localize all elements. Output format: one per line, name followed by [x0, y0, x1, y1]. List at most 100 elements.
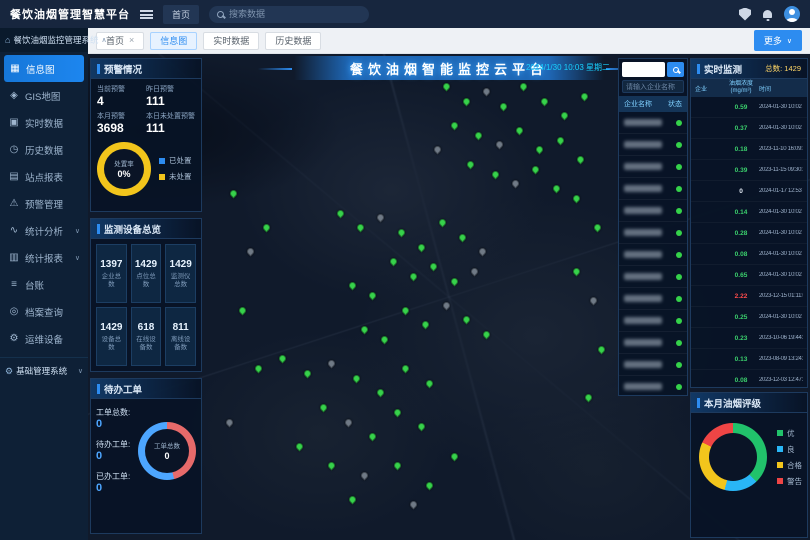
shield-icon[interactable] [739, 8, 751, 21]
map-pin[interactable] [327, 359, 337, 369]
tab-history-data[interactable]: 历史数据 [265, 32, 321, 50]
map-pin[interactable] [572, 266, 582, 276]
sidebar-item-archive-search[interactable]: ◎档案查询 [0, 298, 88, 325]
map-pin[interactable] [335, 208, 345, 218]
header-search-input[interactable] [229, 9, 361, 19]
map-pin[interactable] [478, 247, 488, 257]
map-pin[interactable] [409, 500, 419, 510]
map-pin[interactable] [551, 184, 561, 194]
map-pin[interactable] [555, 135, 565, 145]
map-pin[interactable] [368, 432, 378, 442]
company-row[interactable] [619, 222, 687, 244]
realtime-row[interactable]: 2.222023-12-15 01:11:00 [691, 286, 807, 307]
map-pin[interactable] [360, 325, 370, 335]
map-pin[interactable] [535, 145, 545, 155]
map-pin[interactable] [437, 218, 447, 228]
company-row[interactable] [619, 354, 687, 376]
map-pin[interactable] [302, 368, 312, 378]
company-row[interactable] [619, 332, 687, 354]
sidebar-item-stats-analysis[interactable]: ∿统计分析∨ [0, 217, 88, 244]
sidebar-group-header[interactable]: ⌂ 餐饮油烟监控管理系统 ∧ [0, 28, 88, 52]
map-pin[interactable] [225, 417, 235, 427]
realtime-row[interactable]: 0.372024-01-30 10:02 [691, 118, 807, 139]
map-pin[interactable] [245, 247, 255, 257]
bell-icon[interactable] [763, 10, 772, 18]
company-row[interactable] [619, 134, 687, 156]
company-row[interactable] [619, 178, 687, 200]
map-pin[interactable] [429, 262, 439, 272]
map-pin[interactable] [417, 242, 427, 252]
map-pin[interactable] [449, 121, 459, 131]
sidebar-item-history-data[interactable]: ◷历史数据 [0, 136, 88, 163]
map-pin[interactable] [511, 179, 521, 189]
company-search-button[interactable] [667, 62, 684, 77]
sidebar-item-device-ops[interactable]: ⚙运维设备 [0, 325, 88, 352]
realtime-row[interactable]: 0.282024-01-30 10:02 [691, 223, 807, 244]
company-row[interactable] [619, 200, 687, 222]
user-avatar[interactable] [784, 6, 800, 22]
map-pin[interactable] [278, 354, 288, 364]
map-pin[interactable] [466, 159, 476, 169]
company-filter-input[interactable]: 请输入企业名称 [622, 80, 684, 93]
map-pin[interactable] [588, 296, 598, 306]
map-pin[interactable] [449, 451, 459, 461]
company-row[interactable] [619, 244, 687, 266]
realtime-row[interactable]: 0.392023-11-15 09:30:21 [691, 160, 807, 181]
map-pin[interactable] [368, 291, 378, 301]
sidebar-item-info-chart[interactable]: ▦信息图 [4, 55, 84, 82]
map-pin[interactable] [584, 393, 594, 403]
map-pin[interactable] [425, 480, 435, 490]
map-pin[interactable] [490, 169, 500, 179]
sidebar-item-stats-report[interactable]: ▥统计报表∨ [0, 244, 88, 271]
map-pin[interactable] [356, 223, 366, 233]
map-pin[interactable] [294, 441, 304, 451]
map-pin[interactable] [519, 82, 529, 92]
header-search[interactable] [209, 6, 369, 23]
sidebar-item-site-report[interactable]: ▤站点报表 [0, 163, 88, 190]
map-pin[interactable] [539, 96, 549, 106]
company-row[interactable] [619, 156, 687, 178]
company-row[interactable] [619, 112, 687, 134]
sidebar-item-warning-manage[interactable]: ⚠预警管理 [0, 190, 88, 217]
menu-toggle-icon[interactable] [140, 10, 153, 19]
map-pin[interactable] [327, 461, 337, 471]
map-pin[interactable] [580, 91, 590, 101]
map-pin[interactable] [470, 266, 480, 276]
map-pin[interactable] [229, 189, 239, 199]
company-row[interactable] [619, 376, 687, 396]
map-pin[interactable] [351, 373, 361, 383]
map-pin[interactable] [449, 276, 459, 286]
map-pin[interactable] [482, 330, 492, 340]
map-pin[interactable] [482, 87, 492, 97]
map-pin[interactable] [425, 378, 435, 388]
close-icon[interactable]: × [129, 36, 134, 45]
map-pin[interactable] [462, 315, 472, 325]
realtime-row[interactable]: 0.132023-08-09 13:24:00 [691, 349, 807, 370]
map-pin[interactable] [596, 344, 606, 354]
map-pin[interactable] [441, 300, 451, 310]
map-pin[interactable] [376, 388, 386, 398]
map-pin[interactable] [400, 364, 410, 374]
map-pin[interactable] [347, 495, 357, 505]
realtime-row[interactable]: 0.082024-01-30 10:02 [691, 244, 807, 265]
realtime-row[interactable]: 0.142024-01-30 10:02 [691, 202, 807, 223]
map-pin[interactable] [360, 471, 370, 481]
map-pin[interactable] [400, 305, 410, 315]
sidebar-item-gis-map[interactable]: ◈GIS地图 [0, 82, 88, 109]
sidebar-item-ledger[interactable]: ≡台账 [0, 271, 88, 298]
tab-realtime-data[interactable]: 实时数据 [203, 32, 259, 50]
more-button[interactable]: 更多 ∨ [754, 30, 802, 51]
map-pin[interactable] [515, 125, 525, 135]
company-search-input[interactable] [622, 62, 665, 77]
map-pin[interactable] [237, 305, 247, 315]
realtime-row[interactable]: 0.232023-10-06 19:44:02 [691, 328, 807, 349]
realtime-row[interactable]: 02024-01-17 12:53 [691, 181, 807, 202]
map-pin[interactable] [254, 364, 264, 374]
realtime-row[interactable]: 0.592024-01-30 10:02 [691, 97, 807, 118]
realtime-row[interactable]: 0.652024-01-30 10:02 [691, 265, 807, 286]
map-pin[interactable] [380, 334, 390, 344]
map-pin[interactable] [576, 155, 586, 165]
map-pin[interactable] [592, 223, 602, 233]
company-row[interactable] [619, 288, 687, 310]
realtime-row[interactable]: 0.182023-11-10 16:09:34 [691, 139, 807, 160]
